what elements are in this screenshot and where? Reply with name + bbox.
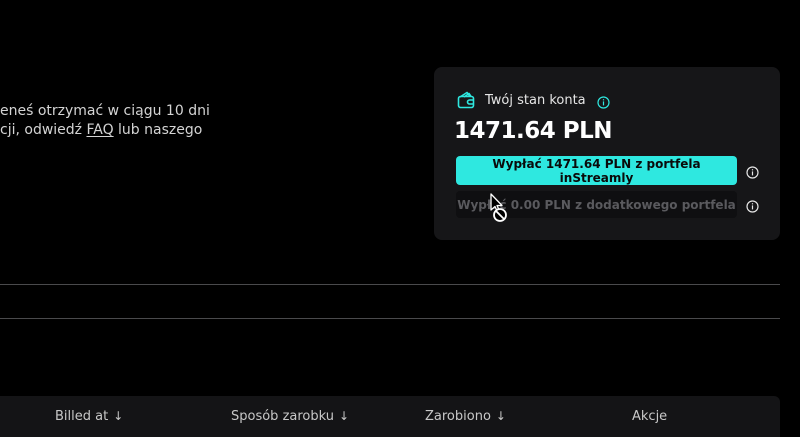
payout-info-line-2-prefix: cji, odwiedź	[0, 122, 87, 138]
page: eneś otrzymać w ciągu 10 dni cji, odwied…	[0, 0, 800, 437]
divider	[0, 284, 780, 285]
sort-arrow-icon: ↓	[113, 409, 124, 423]
column-label: Zarobiono	[425, 409, 491, 424]
sort-arrow-icon: ↓	[339, 409, 350, 423]
withdraw-button[interactable]: Wypłać 1471.64 PLN z portfela inStreamly	[456, 156, 737, 185]
column-label: Akcje	[632, 409, 668, 424]
payout-info-line-1: eneś otrzymać w ciągu 10 dni	[0, 103, 210, 119]
balance-card: Twój stan konta 1471.64 PLN Wypłać 1471.…	[434, 67, 780, 240]
withdraw-extra-info-icon[interactable]	[746, 198, 759, 213]
table-header: Billed at ↓ Sposób zarobku ↓ Zarobiono ↓ Ak…	[0, 396, 780, 437]
faq-link[interactable]: FAQ	[86, 122, 113, 138]
withdraw-info-icon[interactable]	[746, 164, 759, 179]
payout-info-line-2: cji, odwiedź FAQ lub naszego	[0, 121, 420, 140]
balance-card-title: Twój stan konta	[485, 92, 586, 108]
payout-info-text: eneś otrzymać w ciągu 10 dni cji, odwied…	[0, 102, 420, 140]
balance-amount: 1471.64 PLN	[454, 118, 613, 144]
payout-info-line-2-suffix: lub naszego	[113, 122, 203, 138]
column-billed-at[interactable]: Billed at ↓	[55, 409, 123, 424]
withdraw-extra-button[interactable]: Wypłać 0.00 PLN z dodatkowego portfela	[456, 191, 737, 218]
sort-arrow-icon: ↓	[495, 409, 506, 423]
balance-card-header: Twój stan konta	[456, 90, 610, 110]
column-earning-method[interactable]: Sposób zarobku ↓	[231, 409, 349, 424]
info-icon[interactable]	[597, 94, 610, 109]
column-label: Billed at	[55, 409, 109, 424]
column-earned[interactable]: Zarobiono ↓	[425, 409, 506, 424]
wallet-icon	[456, 90, 476, 110]
column-actions: Akcje	[632, 409, 667, 424]
divider	[0, 318, 780, 319]
column-label: Sposób zarobku	[231, 409, 334, 424]
